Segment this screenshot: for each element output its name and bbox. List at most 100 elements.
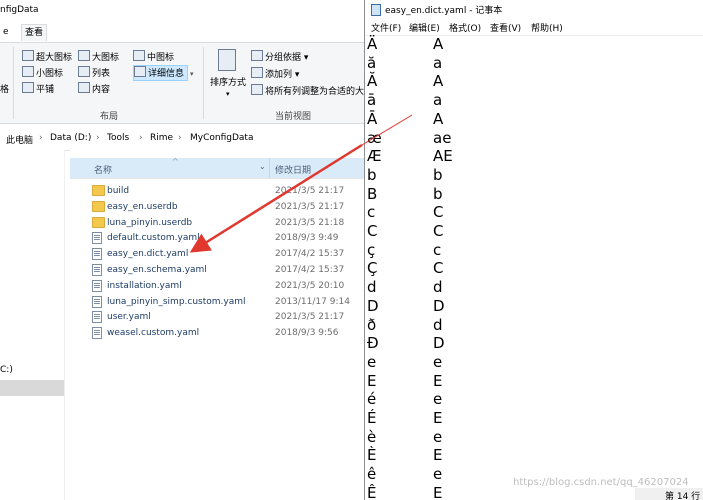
layout-tiles[interactable]: 平铺 [22, 82, 54, 96]
mapped-text: a [433, 53, 443, 72]
file-row[interactable]: build 2021/3/5 21:17 [70, 183, 364, 199]
layout-large-icons[interactable]: 大图标 [78, 50, 119, 64]
ribbon-tabs: e 查看 [0, 22, 364, 42]
breadcrumb-this-pc[interactable]: 此电脑 [6, 133, 33, 146]
group-by-label: 分组依据 [265, 53, 302, 63]
nav-item-drive-c[interactable]: C:) [0, 365, 13, 375]
layout-extra-large-icons[interactable]: 超大图标 [22, 50, 72, 64]
file-row[interactable]: easy_en.dict.yaml 2017/4/2 15:37 [70, 246, 364, 262]
menu-view[interactable]: 查看(V) [490, 21, 521, 34]
file-row[interactable]: weasel.custom.yaml 2018/9/3 9:56 [70, 325, 364, 341]
file-row[interactable]: user.yaml 2021/3/5 21:17 [70, 309, 364, 325]
menu-help[interactable]: 帮助(H) [531, 21, 563, 34]
file-name: easy_en.dict.yaml [107, 249, 189, 260]
source-char: ê [367, 465, 377, 484]
layout-option-label: 大图标 [92, 53, 120, 63]
source-char: E [367, 371, 377, 390]
mapped-text: E [433, 446, 443, 465]
menu-file[interactable]: 文件(F) [371, 21, 401, 34]
source-char: ð [367, 315, 377, 334]
file-row[interactable]: default.custom.yaml 2018/9/3 9:49 [70, 230, 364, 246]
layout-small-icons[interactable]: 小图标 [22, 66, 63, 80]
source-char: Ă [367, 72, 378, 91]
breadcrumb-tools[interactable]: Tools [107, 133, 129, 143]
file-row[interactable]: easy_en.schema.yaml 2017/4/2 15:37 [70, 262, 364, 278]
source-char: è [367, 427, 377, 446]
layout-details[interactable]: 详细信息 [133, 65, 189, 81]
mapped-text: D [433, 296, 445, 315]
source-char: È [367, 446, 377, 465]
file-date: 2021/3/5 21:18 [275, 217, 345, 228]
add-column-icon [251, 67, 263, 78]
layout-medium-icons[interactable]: 中图标 [133, 50, 174, 64]
notepad-text-area[interactable]: Ä Aă a Ă Aā a Ā Aæ ae Æ AE b b Bb c C C Cç c Ç Cd d D Dð d Đ De e E E… [365, 35, 703, 500]
mapped-text: C [433, 259, 444, 278]
notepad-app-icon [371, 4, 381, 16]
source-char: b [367, 165, 377, 184]
file-row[interactable]: easy_en.userdb 2021/3/5 21:17 [70, 199, 364, 215]
mapped-text: A [433, 109, 444, 128]
chevron-right-icon: › [96, 133, 100, 143]
tab-view[interactable]: 查看 [21, 24, 48, 41]
fit-columns-button[interactable]: 将所有列调整为合适的大 [251, 84, 364, 98]
folder-icon [92, 185, 105, 196]
mapped-text: e [433, 352, 443, 371]
notepad-status-bar: 第 14 行 [635, 488, 703, 500]
yaml-file-icon [92, 311, 102, 324]
watermark-text: https://blog.csdn.net/qq_46207024 [513, 477, 689, 488]
breadcrumb-myconfigdata[interactable]: MyConfigData [190, 133, 253, 143]
column-header-row: ^ 名称 ⌄ 修改日期 [70, 157, 364, 179]
chevron-down-icon[interactable]: ⌄ [259, 162, 266, 171]
status-line-number: 第 14 行 [665, 492, 701, 500]
nav-item-selected[interactable] [0, 380, 64, 396]
fit-columns-icon [251, 84, 263, 95]
content-icon [78, 82, 90, 93]
breadcrumb-drive[interactable]: Data (D:) [50, 133, 91, 143]
mapped-text: AE [433, 147, 453, 166]
column-header-name[interactable]: 名称 [94, 163, 112, 176]
file-date: 2021/3/5 21:17 [275, 186, 345, 196]
list-icon [78, 66, 90, 77]
file-date: 2017/4/2 15:37 [275, 265, 345, 275]
column-divider[interactable] [269, 158, 270, 178]
file-date: 2013/11/17 9:14 [275, 296, 350, 307]
mapped-text: e [433, 390, 443, 409]
tab-partial[interactable]: e [0, 24, 12, 40]
notepad-window: easy_en.dict.yaml - 记事本 文件(F) 编辑(E) 格式(O… [364, 0, 703, 500]
file-row[interactable]: luna_pinyin.userdb 2021/3/5 21:18 [70, 215, 364, 231]
source-char: é [367, 390, 377, 409]
file-row[interactable]: installation.yaml 2021/3/5 20:10 [70, 278, 364, 294]
mapped-text: D [433, 334, 445, 353]
breadcrumb-rime[interactable]: Rime [150, 133, 173, 143]
file-row[interactable]: luna_pinyin_simp.custom.yaml 2013/11/17 9… [70, 294, 364, 310]
menu-edit[interactable]: 编辑(E) [409, 21, 440, 34]
source-char: B [367, 184, 378, 203]
sort-dropdown-icon[interactable]: ▾ [226, 87, 230, 101]
mapped-text: ae [433, 128, 452, 147]
medium-icons-icon [133, 50, 145, 61]
menu-format[interactable]: 格式(O) [449, 21, 481, 34]
source-char: Đ [367, 334, 379, 353]
group-by-button[interactable]: 分组依据 ▾ [251, 50, 308, 64]
file-list: ^ 名称 ⌄ 修改日期 build 2021/3/5 21:17 easy_en.u… [70, 150, 364, 500]
column-header-date[interactable]: 修改日期 [275, 163, 311, 176]
layout-list[interactable]: 列表 [78, 66, 110, 80]
yaml-file-icon [92, 327, 102, 340]
source-char: ā [367, 91, 377, 110]
mapped-text: A [433, 35, 444, 53]
file-name: default.custom.yaml [107, 233, 200, 244]
layout-gallery-scroll[interactable]: ▾ [190, 67, 194, 81]
notepad-window-title: easy_en.dict.yaml - 记事本 [385, 6, 503, 16]
mapped-text: E [433, 409, 443, 427]
add-column-button[interactable]: 添加列 ▾ [251, 67, 299, 81]
address-bar[interactable]: 此电脑 › Data (D:) › Tools › Rime › MyConfi… [0, 128, 364, 151]
source-char: c [367, 203, 376, 222]
source-char: d [367, 278, 377, 297]
source-char: Ā [367, 109, 378, 128]
chevron-right-icon: › [139, 133, 143, 143]
layout-content[interactable]: 内容 [78, 82, 110, 96]
source-char: É [367, 409, 377, 427]
explorer-window-title: nfigData [0, 5, 39, 15]
mapped-text: A [433, 72, 444, 91]
file-name: user.yaml [107, 312, 151, 323]
